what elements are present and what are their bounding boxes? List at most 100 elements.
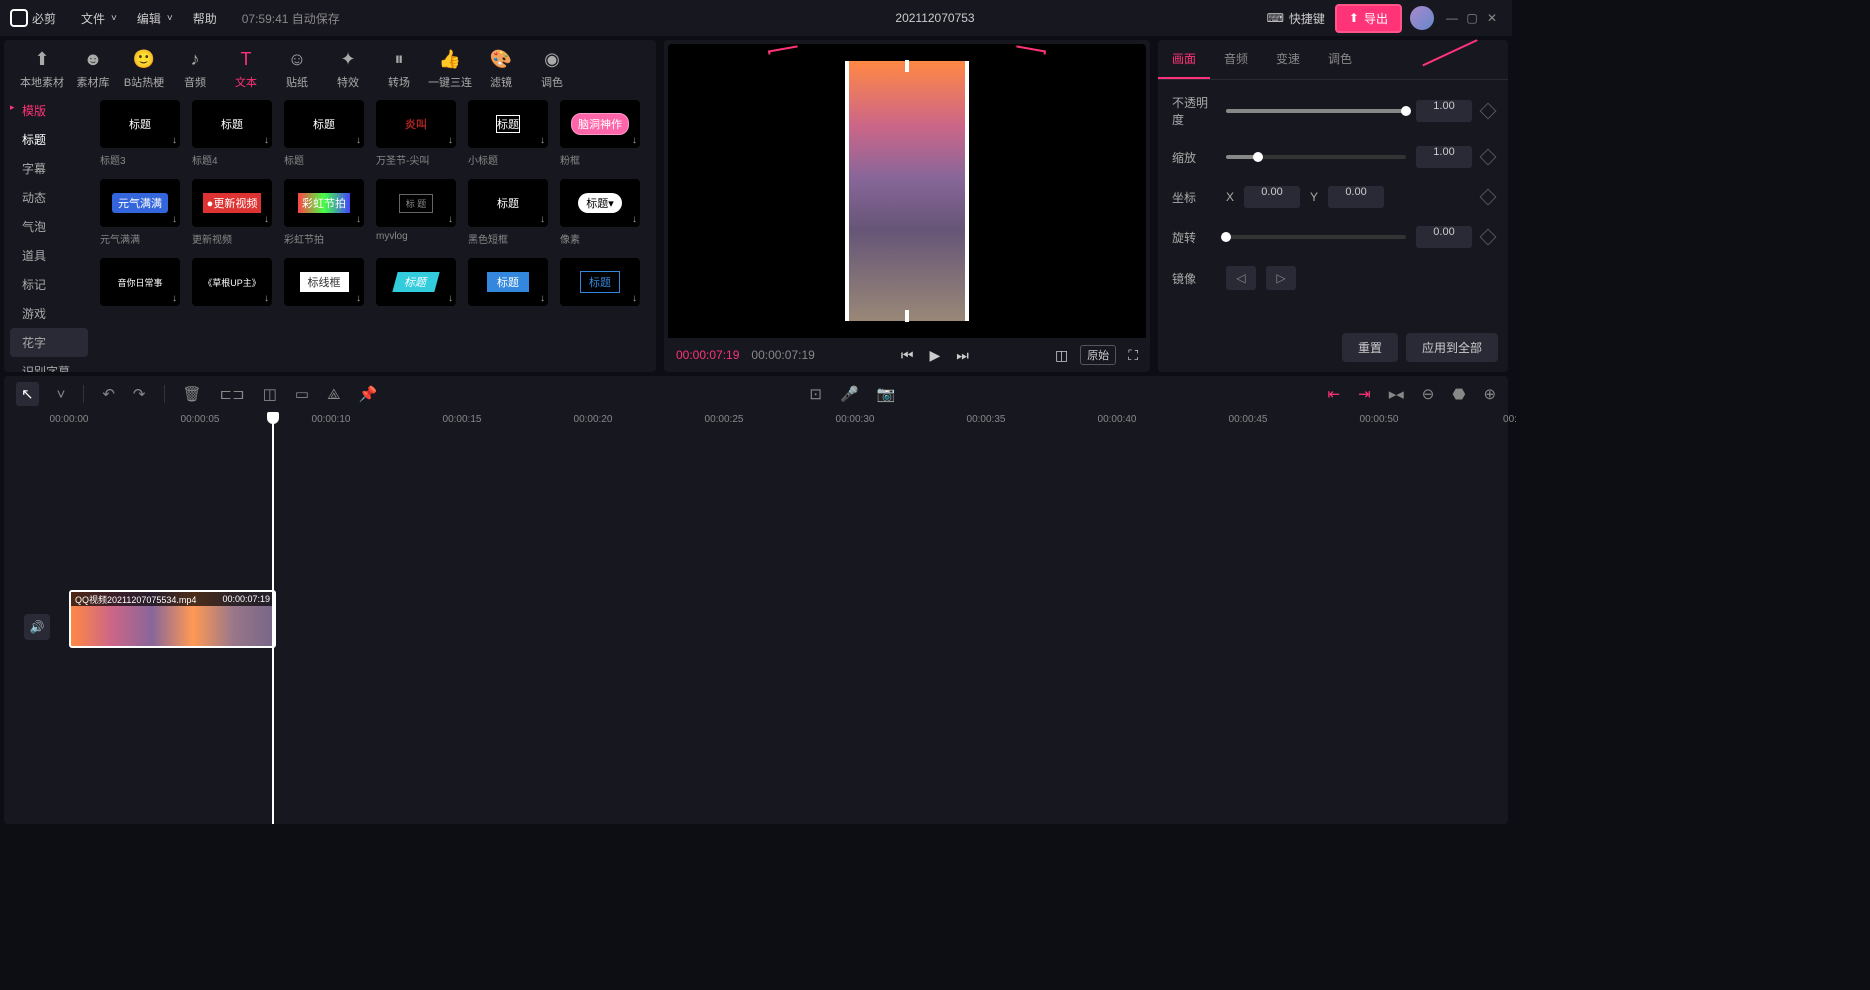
category-item[interactable]: 标记 [4, 270, 94, 299]
asset-item[interactable]: 标题↓ [376, 258, 456, 310]
category-subtitle-rec[interactable]: 识别字幕 [4, 357, 94, 372]
mirror-vertical-button[interactable]: ▷ [1266, 266, 1296, 290]
maximize-button[interactable]: ▢ [1462, 11, 1482, 25]
zoom-in-button[interactable]: ⊕ [1483, 385, 1496, 403]
magnet-right-icon[interactable]: ⇥ [1358, 385, 1371, 403]
cursor-tool[interactable]: ↖ [16, 382, 39, 406]
tool-tab-素材库[interactable]: ☻素材库 [70, 48, 116, 90]
shortcut-button[interactable]: ⌨ 快捷键 [1267, 10, 1325, 27]
tool-tab-音频[interactable]: ♪音频 [172, 48, 218, 90]
dropdown-icon[interactable]: ˅ [57, 386, 66, 403]
asset-item[interactable]: 标题↓小标题 [468, 100, 548, 167]
user-avatar[interactable] [1410, 6, 1434, 30]
mirror-horizontal-button[interactable]: ◁ [1226, 266, 1256, 290]
timeline[interactable]: 🔊 QQ视频20211207075534.mp4 00:00:07:19 [4, 434, 1508, 824]
asset-item[interactable]: 标题↓ [468, 258, 548, 310]
magnet-left-icon[interactable]: ⇤ [1328, 385, 1341, 403]
reset-button[interactable]: 重置 [1342, 333, 1398, 362]
category-flower[interactable]: 花字 [10, 328, 88, 357]
freeze-button[interactable]: ▭ [295, 385, 309, 403]
asset-item[interactable]: 元气满满↓元气满满 [100, 179, 180, 246]
ratio-button[interactable]: 原始 [1080, 345, 1116, 365]
prop-tab-speed[interactable]: 变速 [1262, 40, 1314, 79]
video-preview[interactable] [845, 61, 969, 321]
apply-all-button[interactable]: 应用到全部 [1406, 333, 1498, 362]
asset-item[interactable]: 标题▾↓像素 [560, 179, 640, 246]
asset-item[interactable]: 《草根UP主》↓ [192, 258, 272, 310]
scale-slider[interactable] [1226, 155, 1406, 159]
snap-icon[interactable]: ▸◂ [1389, 385, 1404, 403]
tool-tab-转场[interactable]: ⏸转场 [376, 48, 422, 90]
tool-tab-一键三连[interactable]: 👍一键三连 [427, 48, 473, 90]
minimize-button[interactable]: — [1442, 11, 1462, 25]
play-button[interactable]: ▶ [929, 347, 940, 364]
menu-edit[interactable]: 编辑 [127, 10, 183, 27]
zoom-marker-icon[interactable]: ⬣ [1452, 385, 1465, 403]
reset-icon[interactable] [1480, 103, 1497, 120]
crop-button[interactable]: ◫ [263, 385, 277, 403]
category-item[interactable]: 动态 [4, 183, 94, 212]
asset-item[interactable]: 音你日常事↓ [100, 258, 180, 310]
playhead[interactable] [272, 412, 274, 824]
asset-item[interactable]: 标题↓黑色短框 [468, 179, 548, 246]
scale-input[interactable]: 1.00 [1416, 146, 1472, 168]
asset-item[interactable]: ●更新视频↓更新视频 [192, 179, 272, 246]
opacity-slider[interactable] [1226, 109, 1406, 113]
preview-area[interactable] [668, 44, 1146, 338]
split-button[interactable]: ⊏⊐ [220, 385, 245, 403]
audio-toggle[interactable]: 🔊 [24, 614, 50, 640]
tool-tab-B站热梗[interactable]: 🙂B站热梗 [121, 48, 167, 90]
opacity-input[interactable]: 1.00 [1416, 100, 1472, 122]
asset-item[interactable]: 标题↓标题3 [100, 100, 180, 167]
crop-icon[interactable]: ◫ [1055, 347, 1068, 364]
fullscreen-icon[interactable]: ⛶ [1128, 347, 1138, 364]
asset-item[interactable]: 标题↓ [560, 258, 640, 310]
category-item[interactable]: 字幕 [4, 154, 94, 183]
asset-item[interactable]: 标题↓标题4 [192, 100, 272, 167]
next-frame-button[interactable]: ⏭ [956, 347, 969, 364]
asset-item[interactable]: 彩虹节拍↓彩虹节拍 [284, 179, 364, 246]
category-item[interactable]: 气泡 [4, 212, 94, 241]
prop-tab-audio[interactable]: 音频 [1210, 40, 1262, 79]
asset-item[interactable]: 炎叫↓万圣节-尖叫 [376, 100, 456, 167]
zoom-out-button[interactable]: ⊖ [1422, 385, 1435, 403]
tool-tab-文本[interactable]: T文本 [223, 48, 269, 90]
capture-icon[interactable]: ⊡ [809, 385, 822, 403]
tool-tab-特效[interactable]: ✦特效 [325, 48, 371, 90]
undo-button[interactable]: ↶ [102, 385, 115, 403]
reset-icon[interactable] [1480, 149, 1497, 166]
tool-tab-贴纸[interactable]: ☺贴纸 [274, 48, 320, 90]
pos-x-input[interactable]: 0.00 [1244, 186, 1300, 208]
rotate-slider[interactable] [1226, 235, 1406, 239]
category-item[interactable]: 游戏 [4, 299, 94, 328]
asset-item[interactable]: 标线框↓ [284, 258, 364, 310]
mic-icon[interactable]: 🎤 [840, 385, 859, 403]
tool-tab-调色[interactable]: ◉调色 [529, 48, 575, 90]
pos-y-input[interactable]: 0.00 [1328, 186, 1384, 208]
prop-tab-color[interactable]: 调色 [1314, 40, 1366, 79]
tool-tab-本地素材[interactable]: ⬆本地素材 [19, 48, 65, 90]
menu-help[interactable]: 帮助 [183, 10, 227, 27]
delete-button[interactable]: 🗑 [183, 385, 202, 403]
asset-item[interactable]: 标题↓标题 [284, 100, 364, 167]
mirror-tool[interactable]: ⟁ [327, 386, 340, 403]
close-button[interactable]: ✕ [1482, 11, 1502, 25]
export-button[interactable]: ⬆ 导出 [1335, 4, 1402, 33]
rotate-input[interactable]: 0.00 [1416, 226, 1472, 248]
pin-button[interactable]: 📌 [358, 385, 377, 403]
timeline-ruler[interactable]: 00:00:0000:00:0500:00:1000:00:1500:00:20… [4, 412, 1508, 434]
category-item[interactable]: 道具 [4, 241, 94, 270]
prev-frame-button[interactable]: ⏮ [901, 347, 914, 364]
video-clip[interactable]: QQ视频20211207075534.mp4 00:00:07:19 [69, 590, 276, 648]
asset-item[interactable]: 标 题↓myvlog [376, 179, 456, 246]
menu-file[interactable]: 文件 [71, 10, 127, 27]
prop-tab-picture[interactable]: 画面 [1158, 40, 1210, 79]
category-header[interactable]: 模版 [4, 96, 94, 125]
reset-icon[interactable] [1480, 229, 1497, 246]
asset-item[interactable]: 脑洞神作↓粉框 [560, 100, 640, 167]
tool-tab-滤镜[interactable]: 🎨滤镜 [478, 48, 524, 90]
category-item[interactable]: 标题 [4, 125, 94, 154]
camera-icon[interactable]: 📷 [877, 385, 896, 403]
redo-button[interactable]: ↷ [133, 385, 146, 403]
reset-icon[interactable] [1480, 189, 1497, 206]
